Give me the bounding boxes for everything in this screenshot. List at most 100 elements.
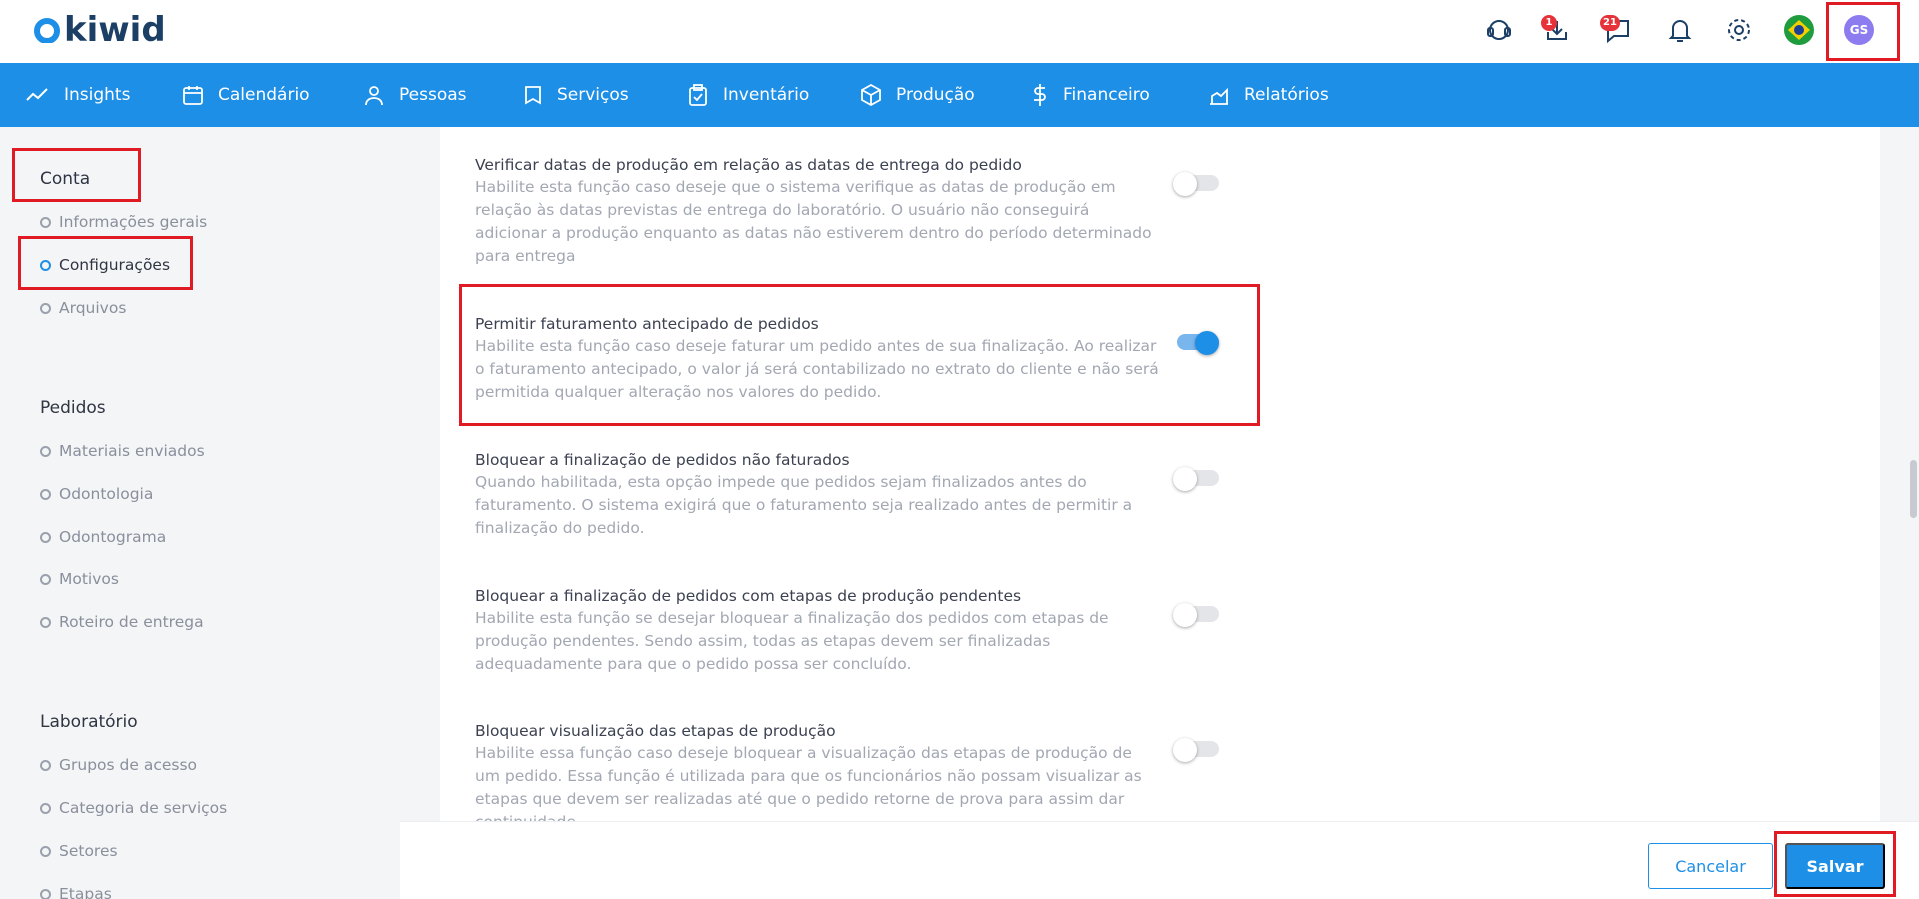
settings-sidebar: Conta Informações gerais Configurações A… — [0, 127, 400, 899]
setting-bloquear-visualizacao-etapas: Bloquear visualização das etapas de prod… — [475, 720, 1175, 821]
action-footer: Cancelar Salvar — [400, 821, 1919, 899]
tooth-icon — [525, 86, 541, 105]
top-bar: kiwid 1 21 GS — [0, 0, 1919, 63]
sidebar-item-categoria-de-servicos[interactable]: Categoria de serviços — [40, 799, 227, 817]
settings-panel: Verificar datas de produção em relação a… — [440, 127, 1880, 821]
toggle-bloquear-etapas-pendentes[interactable] — [1173, 603, 1219, 627]
sidebar-item-informacoes-gerais[interactable]: Informações gerais — [40, 213, 207, 231]
nav-label: Inventário — [723, 85, 810, 105]
sidebar-item-label: Configurações — [59, 256, 171, 274]
sidebar-item-label: Odontograma — [59, 528, 167, 546]
messages-badge: 21 — [1600, 15, 1620, 31]
nav-label: Calendário — [218, 85, 310, 105]
setting-description: Habilite esta função se desejar bloquear… — [475, 609, 1109, 627]
sidebar-section-conta: Conta — [40, 169, 91, 189]
sidebar-item-label: Roteiro de entrega — [59, 613, 204, 631]
setting-description: finalização do pedido. — [475, 519, 645, 537]
setting-description: um pedido. Essa função é utilizada para … — [475, 767, 1142, 785]
nav-producao[interactable]: Produção — [860, 63, 975, 127]
sidebar-item-arquivos[interactable]: Arquivos — [40, 299, 126, 317]
setting-description: continuidade — [475, 811, 1175, 821]
setting-description: Habilite esta função caso deseje faturar… — [475, 337, 1157, 355]
sidebar-item-setores[interactable]: Setores — [40, 842, 118, 860]
setting-description: para entrega — [475, 247, 576, 265]
avatar-initials: GS — [1844, 15, 1874, 45]
content-scrollbar[interactable] — [1910, 460, 1917, 518]
setting-bloquear-etapas-pendentes: Bloquear a finalização de pedidos com et… — [475, 585, 1175, 676]
setting-title: Bloquear a finalização de pedidos com et… — [475, 587, 1022, 605]
toggle-bloquear-visualizacao-etapas[interactable] — [1173, 738, 1219, 762]
download-badge: 1 — [1541, 15, 1557, 31]
toggle-verificar-datas[interactable] — [1173, 172, 1219, 196]
nav-label: Serviços — [557, 85, 629, 105]
logo-text: kiwid — [64, 10, 166, 50]
setting-verificar-datas: Verificar datas de produção em relação a… — [475, 154, 1175, 268]
download-icon[interactable]: 1 — [1539, 12, 1575, 48]
chart-icon — [1210, 87, 1228, 105]
radio-dot-icon — [40, 802, 51, 814]
radio-dot-icon — [40, 259, 51, 271]
sidebar-item-configuracoes[interactable]: Configurações — [40, 256, 170, 274]
toggle-faturamento-antecipado[interactable] — [1173, 331, 1219, 355]
radio-dot-icon — [40, 302, 51, 314]
nav-calendario[interactable]: Calendário — [182, 63, 310, 127]
save-button[interactable]: Salvar — [1785, 843, 1885, 889]
sidebar-item-label: Setores — [59, 842, 118, 860]
box-icon — [861, 84, 881, 106]
nav-servicos[interactable]: Serviços — [523, 63, 629, 127]
bell-icon[interactable] — [1662, 12, 1698, 48]
clipboard-icon — [689, 84, 707, 106]
radio-dot-icon — [40, 888, 51, 899]
calendar-icon — [183, 86, 203, 105]
sidebar-section-laboratorio: Laboratório — [40, 712, 138, 732]
sidebar-item-odontograma[interactable]: Odontograma — [40, 528, 166, 546]
gear-icon[interactable] — [1721, 12, 1757, 48]
setting-title: Bloquear a finalização de pedidos não fa… — [475, 451, 850, 469]
radio-dot-icon — [40, 488, 51, 500]
setting-title: Permitir faturamento antecipado de pedid… — [475, 315, 819, 333]
setting-description: o faturamento antecipado, o valor já ser… — [475, 360, 1159, 378]
toggle-bloquear-nao-faturados[interactable] — [1173, 467, 1219, 491]
setting-description: faturamento. O sistema exigirá que o fat… — [475, 496, 1133, 514]
sidebar-item-label: Motivos — [59, 570, 119, 588]
setting-title: Bloquear visualização das etapas de prod… — [475, 722, 836, 740]
sidebar-item-motivos[interactable]: Motivos — [40, 570, 119, 588]
nav-inventario[interactable]: Inventário — [687, 63, 809, 127]
sidebar-item-label: Categoria de serviços — [59, 799, 228, 817]
messages-icon[interactable]: 21 — [1598, 12, 1634, 48]
setting-description: permitida qualquer alteração nos valores… — [475, 383, 882, 401]
user-avatar[interactable]: GS — [1841, 12, 1877, 48]
language-flag-icon[interactable] — [1781, 12, 1817, 48]
setting-bloquear-nao-faturados: Bloquear a finalização de pedidos não fa… — [475, 449, 1175, 540]
sidebar-item-label: Grupos de acesso — [59, 756, 198, 774]
cancel-button[interactable]: Cancelar — [1648, 843, 1773, 889]
nav-financeiro[interactable]: Financeiro — [1031, 63, 1150, 127]
radio-dot-icon — [40, 845, 51, 857]
sidebar-item-label: Odontologia — [59, 485, 154, 503]
nav-relatorios[interactable]: Relatórios — [1208, 63, 1329, 127]
trend-line-icon — [26, 88, 48, 101]
sidebar-item-grupos-de-acesso[interactable]: Grupos de acesso — [40, 756, 197, 774]
sidebar-section-pedidos: Pedidos — [40, 398, 106, 418]
sidebar-item-label: Materiais enviados — [59, 442, 205, 460]
radio-dot-icon — [40, 759, 51, 771]
setting-description: Habilite esta função caso deseje que o s… — [475, 178, 1116, 196]
kiwid-logo[interactable]: kiwid — [34, 12, 166, 48]
sidebar-item-label: Informações gerais — [59, 213, 208, 231]
sidebar-item-materiais-enviados[interactable]: Materiais enviados — [40, 442, 205, 460]
person-icon — [365, 86, 383, 106]
nav-label: Pessoas — [399, 85, 467, 105]
nav-label: Insights — [64, 85, 131, 105]
setting-description: etapas que devem ser realizadas até que … — [475, 790, 1125, 808]
nav-insights[interactable]: Insights — [26, 63, 130, 127]
sidebar-item-odontologia[interactable]: Odontologia — [40, 485, 153, 503]
setting-description: Habilite essa função caso deseje bloquea… — [475, 744, 1132, 762]
nav-pessoas[interactable]: Pessoas — [363, 63, 467, 127]
radio-dot-icon — [40, 445, 51, 457]
radio-dot-icon — [40, 216, 51, 228]
support-headset-icon[interactable] — [1481, 12, 1517, 48]
nav-label: Produção — [896, 85, 975, 105]
nav-label: Relatórios — [1244, 85, 1329, 105]
sidebar-item-roteiro-de-entrega[interactable]: Roteiro de entrega — [40, 613, 204, 631]
sidebar-item-etapas[interactable]: Etapas — [40, 885, 112, 899]
